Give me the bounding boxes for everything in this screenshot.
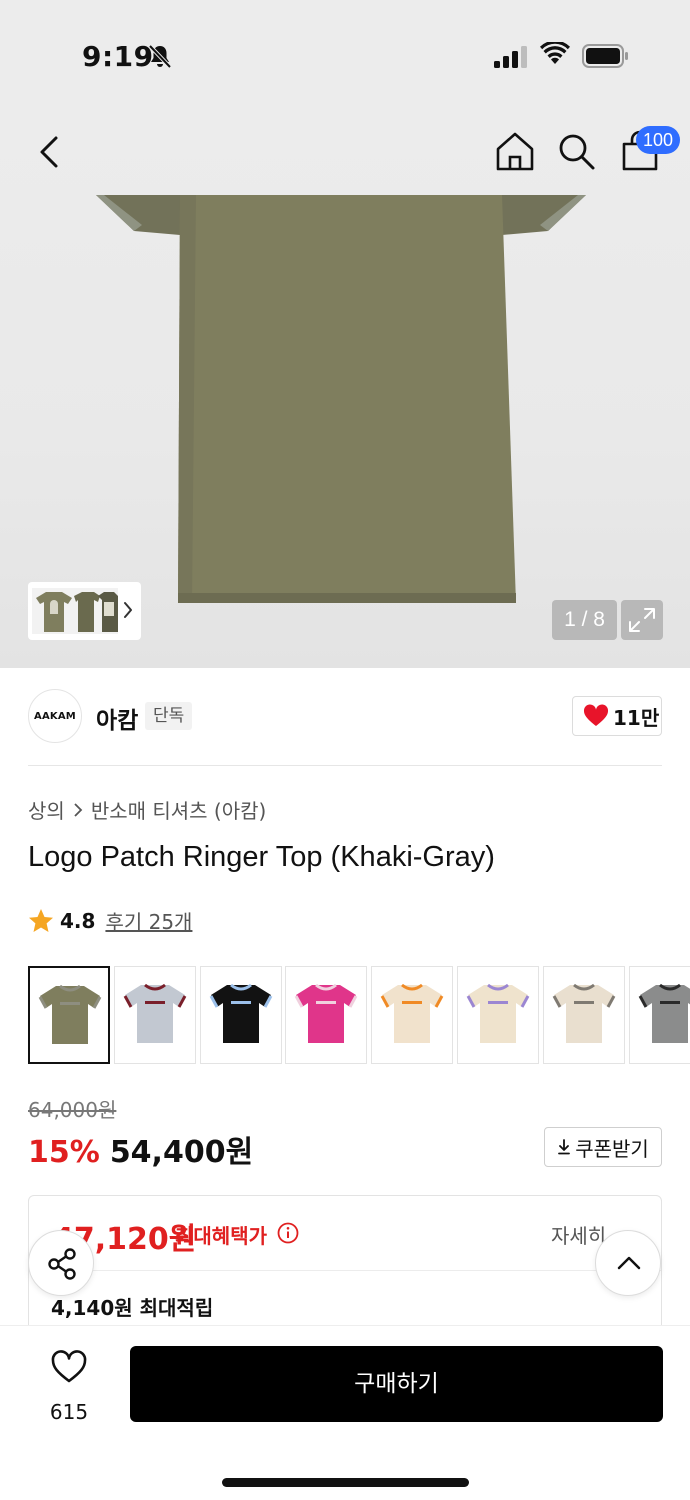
wishlist-button[interactable]: 615 [40,1348,98,1428]
star-icon [29,908,53,932]
color-swatch-list [28,966,690,1064]
buy-button[interactable]: 구매하기 [130,1346,663,1422]
top-nav-bar: 100 [0,100,690,196]
tshirt-swatch-icon [38,984,102,1044]
home-icon[interactable] [494,130,536,172]
chevron-up-icon [617,1256,641,1270]
color-swatch[interactable] [371,966,453,1064]
thumbnail-images [32,588,118,634]
product-image-gallery[interactable]: 100 1 / 8 [0,100,690,668]
scroll-top-button[interactable] [595,1230,661,1296]
expand-image-button[interactable] [621,600,663,640]
color-swatch[interactable] [200,966,282,1064]
rating-value: 4.8 [60,908,96,933]
image-page-counter: 1 / 8 [552,600,617,640]
battery-icon [582,44,628,68]
sale-price: 54,400원 [109,1135,254,1170]
heart-filled-icon [583,704,609,726]
home-indicator [222,1478,469,1487]
exclusive-badge: 단독 [145,702,193,730]
brand-like-button[interactable]: 11만 [572,696,662,736]
share-button[interactable] [28,1230,94,1296]
tshirt-swatch-icon [380,983,444,1043]
download-icon [558,1139,571,1155]
tshirt-swatch-icon [552,983,616,1043]
download-coupon-button[interactable]: 쿠폰받기 [544,1127,662,1167]
color-swatch[interactable] [543,966,625,1064]
color-swatch[interactable] [457,966,539,1064]
breadcrumb: 상의 반소매 티셔츠 (아캄) [28,795,266,824]
wishlist-count: 615 [49,1400,89,1424]
color-swatch[interactable] [629,966,690,1064]
chevron-right-icon [74,802,83,817]
back-icon[interactable] [34,132,64,172]
brand-name[interactable]: 아캄 [96,701,138,735]
coupon-label: 쿠폰받기 [575,1136,649,1161]
status-time: 9:19 [82,40,154,73]
color-swatch[interactable] [285,966,367,1064]
bottom-action-bar: 615 구매하기 [0,1325,690,1500]
breadcrumb-subcategory[interactable]: 반소매 티셔츠 (아캄) [91,795,267,824]
chevron-right-icon[interactable] [122,600,134,620]
tshirt-swatch-icon [209,983,273,1043]
status-bar: 9:19 [0,0,690,100]
price-row: 15% 54,400원 [28,1127,253,1171]
tshirt-swatch-icon [294,983,358,1043]
original-price: 64,000원 [28,1098,117,1122]
bell-off-icon [148,44,172,69]
color-swatch[interactable] [114,966,196,1064]
brand-like-count: 11만 [613,705,660,730]
product-image [96,195,586,603]
tshirt-swatch-icon [638,983,690,1043]
max-points-text: 4,140원 최대적립 [51,1296,214,1320]
cellular-signal-icon [494,46,527,68]
benefit-divider [29,1270,661,1271]
color-swatch[interactable] [28,966,110,1064]
discount-rate: 15% [28,1135,100,1170]
benefit-detail-link[interactable]: 자세히 [551,1220,606,1249]
tshirt-swatch-icon [466,983,530,1043]
cart-count-badge: 100 [636,126,680,154]
section-divider [28,765,662,766]
rating-row: 4.8 후기 25개 [28,906,192,935]
expand-icon [629,608,655,632]
benefit-box: 47,120원 최대혜택가 자세히 4,140원 최대적립 [28,1195,662,1335]
product-title: Logo Patch Ringer Top (Khaki-Gray) [28,841,495,873]
share-icon [48,1248,76,1280]
search-icon[interactable] [556,130,596,172]
review-count-link[interactable]: 후기 25개 [105,906,192,935]
brand-logo[interactable]: AAKAM [28,689,82,743]
heart-outline-icon [51,1350,87,1383]
breadcrumb-category[interactable]: 상의 [28,795,65,824]
tshirt-swatch-icon [123,983,187,1043]
info-icon[interactable] [277,1222,299,1244]
wifi-icon [540,42,570,64]
max-benefit-label: 최대혜택가 [175,1224,267,1248]
